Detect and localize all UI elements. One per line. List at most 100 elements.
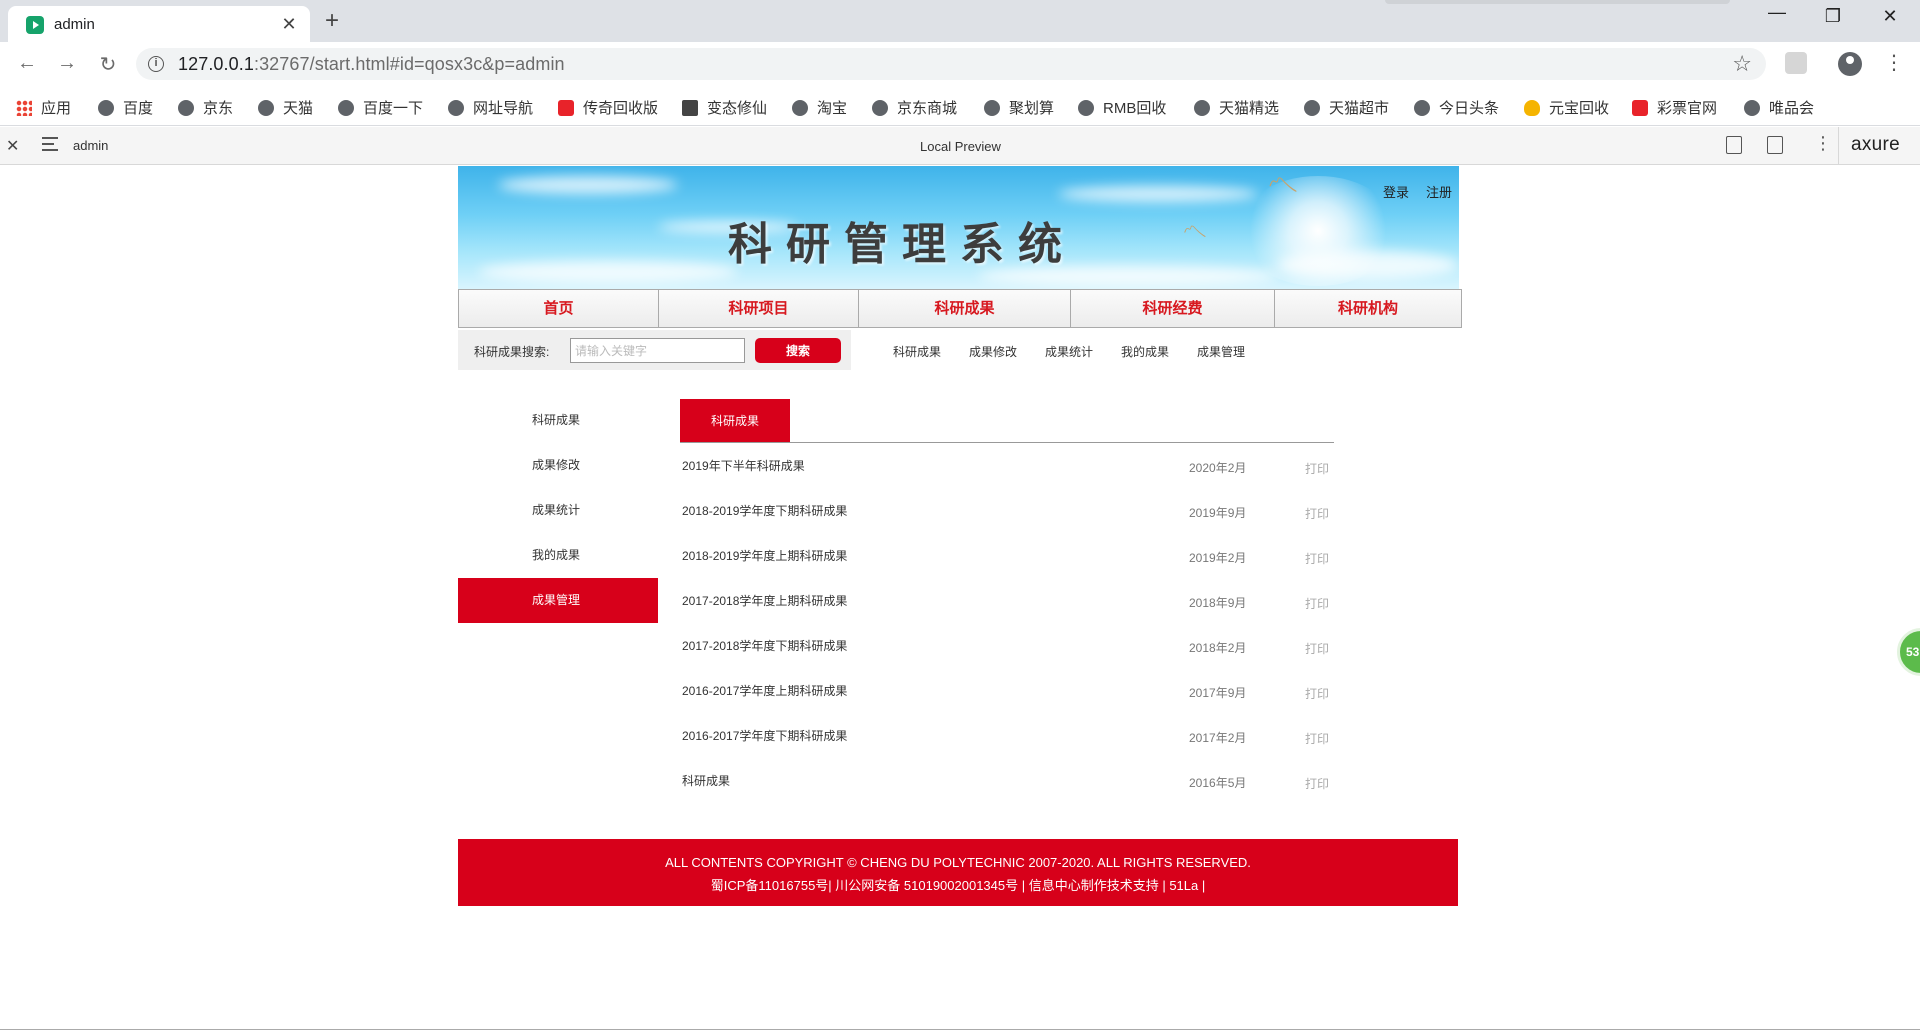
window-restore-icon[interactable]: ❐ bbox=[1818, 6, 1848, 27]
print-link[interactable]: 打印 bbox=[1305, 550, 1329, 567]
axure-preview-bar: ✕ admin Local Preview ⋮ axure bbox=[0, 127, 1920, 165]
profile-avatar-icon[interactable] bbox=[1838, 52, 1862, 76]
bookmark-item[interactable]: 天猫精选 bbox=[1194, 97, 1279, 117]
globe-icon bbox=[1414, 100, 1430, 116]
sidebar-item-manage-results[interactable]: 成果管理 bbox=[458, 578, 658, 623]
subnav-edit-results[interactable]: 成果修改 bbox=[969, 343, 1017, 360]
print-link[interactable]: 打印 bbox=[1305, 640, 1329, 657]
result-title-link[interactable]: 2017-2018学年度上期科研成果 bbox=[682, 592, 847, 609]
bookmark-item[interactable]: 百度一下 bbox=[338, 97, 423, 117]
result-date: 2017年9月 bbox=[1189, 686, 1247, 700]
print-link[interactable]: 打印 bbox=[1305, 460, 1329, 477]
result-title-link[interactable]: 2016-2017学年度上期科研成果 bbox=[682, 682, 847, 699]
header-banner: 〽 〽 科研管理系统 登录 注册 bbox=[458, 166, 1459, 289]
lottery-icon bbox=[1632, 100, 1648, 116]
search-button[interactable]: 搜索 bbox=[755, 338, 841, 363]
browser-toolbar: ← → ↻ i 127.0.0.1:32767/start.html#id=qo… bbox=[0, 42, 1920, 86]
register-link[interactable]: 注册 bbox=[1426, 182, 1452, 201]
back-arrow-icon[interactable]: ← bbox=[14, 52, 40, 75]
browser-menu-icon[interactable]: ⋮ bbox=[1884, 50, 1904, 75]
print-link[interactable]: 打印 bbox=[1305, 685, 1329, 702]
bookmark-label: 百度一下 bbox=[363, 100, 424, 117]
sidebar-item-research-results[interactable]: 科研成果 bbox=[458, 398, 658, 443]
result-title-link[interactable]: 2019年下半年科研成果 bbox=[682, 457, 805, 474]
bookmark-item[interactable]: 网址导航 bbox=[448, 97, 533, 117]
bookmark-item[interactable]: 天猫 bbox=[258, 97, 313, 117]
nav-research-results[interactable]: 科研成果 bbox=[859, 290, 1071, 327]
red-app-icon bbox=[558, 100, 574, 116]
sidebar-item-my-results[interactable]: 我的成果 bbox=[458, 533, 658, 578]
nav-research-institutions[interactable]: 科研机构 bbox=[1275, 290, 1461, 327]
list-item: 2019年下半年科研成果 2020年2月 打印 bbox=[680, 443, 1334, 488]
bookmark-item[interactable]: 彩票官网 bbox=[1632, 97, 1717, 117]
address-bar[interactable]: i 127.0.0.1:32767/start.html#id=qosx3c&p… bbox=[136, 48, 1766, 80]
bookmark-item[interactable]: 应用 bbox=[16, 97, 71, 117]
bookmark-item[interactable]: 元宝回收 bbox=[1524, 97, 1609, 117]
scale-icon[interactable] bbox=[1767, 136, 1783, 154]
site-info-icon[interactable]: i bbox=[148, 56, 164, 72]
window-minimize-icon[interactable]: — bbox=[1762, 2, 1792, 23]
list-item: 2017-2018学年度下期科研成果 2018年2月 打印 bbox=[680, 623, 1334, 668]
footer-icp-info: 蜀ICP备11016755号| 川公网安备 51019002001345号 | … bbox=[710, 878, 1206, 893]
search-label: 科研成果搜索: bbox=[474, 345, 550, 359]
tab-research-results[interactable]: 科研成果 bbox=[680, 399, 790, 443]
reload-icon[interactable]: ↻ bbox=[95, 52, 121, 77]
bookmark-item[interactable]: 淘宝 bbox=[792, 97, 847, 117]
bookmark-item[interactable]: 京东商城 bbox=[872, 97, 957, 117]
result-title-link[interactable]: 科研成果 bbox=[682, 772, 730, 789]
notes-icon[interactable] bbox=[1726, 136, 1742, 154]
globe-icon bbox=[984, 100, 1000, 116]
list-item: 2018-2019学年度下期科研成果 2019年9月 打印 bbox=[680, 488, 1334, 533]
result-date: 2019年2月 bbox=[1189, 551, 1247, 565]
bookmark-label: 变态修仙 bbox=[707, 100, 768, 117]
bookmark-item[interactable]: 今日头条 bbox=[1414, 97, 1499, 117]
print-link[interactable]: 打印 bbox=[1305, 775, 1329, 792]
bookmark-item[interactable]: RMB回收 bbox=[1078, 97, 1166, 117]
nav-research-funding[interactable]: 科研经费 bbox=[1071, 290, 1275, 327]
subnav-result-statistics[interactable]: 成果统计 bbox=[1045, 343, 1093, 360]
subnav-my-results[interactable]: 我的成果 bbox=[1121, 343, 1169, 360]
bookmark-label: 网址导航 bbox=[473, 100, 534, 117]
tab-close-icon[interactable]: ✕ bbox=[278, 13, 300, 35]
result-title-link[interactable]: 2018-2019学年度下期科研成果 bbox=[682, 502, 847, 519]
subnav-manage-results[interactable]: 成果管理 bbox=[1197, 343, 1245, 360]
bookmark-label: 京东 bbox=[203, 100, 234, 117]
axure-page-name[interactable]: admin bbox=[73, 138, 108, 153]
sidebar-item-edit-results[interactable]: 成果修改 bbox=[458, 443, 658, 488]
print-link[interactable]: 打印 bbox=[1305, 595, 1329, 612]
result-title-link[interactable]: 2017-2018学年度下期科研成果 bbox=[682, 637, 847, 654]
result-date: 2017年2月 bbox=[1189, 731, 1247, 745]
window-close-icon[interactable]: ✕ bbox=[1875, 6, 1905, 27]
hamburger-menu-icon[interactable] bbox=[42, 137, 58, 151]
globe-icon bbox=[98, 100, 114, 116]
bookmark-item[interactable]: 京东 bbox=[178, 97, 233, 117]
bookmark-item[interactable]: 传奇回收版 bbox=[558, 97, 658, 117]
forward-arrow-icon[interactable]: → bbox=[54, 52, 80, 75]
bookmark-item[interactable]: 百度 bbox=[98, 97, 153, 117]
search-input[interactable] bbox=[570, 338, 745, 363]
login-link[interactable]: 登录 bbox=[1383, 182, 1409, 201]
bookmark-item[interactable]: 天猫超市 bbox=[1304, 97, 1389, 117]
bookmark-item[interactable]: 聚划算 bbox=[984, 97, 1054, 117]
print-link[interactable]: 打印 bbox=[1305, 730, 1329, 747]
print-link[interactable]: 打印 bbox=[1305, 505, 1329, 522]
subnav-research-results[interactable]: 科研成果 bbox=[893, 343, 941, 360]
bookmark-star-icon[interactable]: ☆ bbox=[1732, 51, 1752, 77]
globe-icon bbox=[338, 100, 354, 116]
list-item: 2016-2017学年度下期科研成果 2017年2月 打印 bbox=[680, 713, 1334, 758]
result-title-link[interactable]: 2018-2019学年度上期科研成果 bbox=[682, 547, 847, 564]
nav-research-projects[interactable]: 科研项目 bbox=[659, 290, 859, 327]
axure-more-icon[interactable]: ⋮ bbox=[1814, 133, 1832, 154]
result-title-link[interactable]: 2016-2017学年度下期科研成果 bbox=[682, 727, 847, 744]
bookmark-label: 聚划算 bbox=[1009, 100, 1055, 117]
extension-icon[interactable] bbox=[1785, 52, 1807, 74]
url-text[interactable]: 127.0.0.1:32767/start.html#id=qosx3c&p=a… bbox=[178, 54, 565, 75]
browser-tab-admin[interactable]: admin ✕ bbox=[8, 6, 310, 42]
bookmark-item[interactable]: 变态修仙 bbox=[682, 97, 767, 117]
new-tab-icon[interactable]: + bbox=[325, 8, 339, 34]
nav-home[interactable]: 首页 bbox=[459, 290, 659, 327]
close-sitemap-icon[interactable]: ✕ bbox=[6, 136, 19, 156]
bookmark-item[interactable]: 唯品会 bbox=[1744, 97, 1814, 117]
sidebar-item-result-statistics[interactable]: 成果统计 bbox=[458, 488, 658, 533]
bookmark-label: 唯品会 bbox=[1769, 100, 1815, 117]
